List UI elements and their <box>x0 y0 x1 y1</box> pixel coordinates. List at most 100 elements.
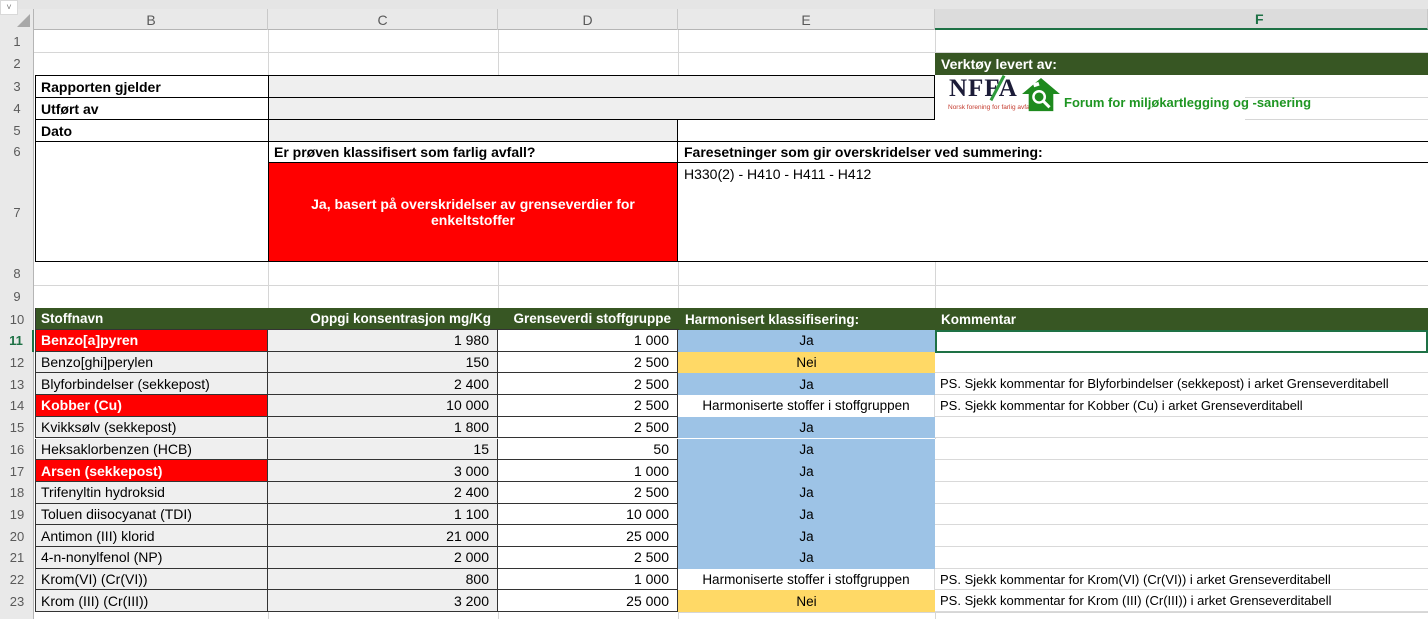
cell-kommentar[interactable] <box>935 439 1428 461</box>
row-header-3[interactable]: 3 <box>0 75 34 97</box>
row-header-9[interactable]: 9 <box>0 285 34 308</box>
cell-harmonisert[interactable]: Ja <box>678 460 935 482</box>
row-header-10[interactable]: 10 <box>0 308 34 330</box>
row-header-14[interactable]: 14 <box>0 395 34 417</box>
cell-konsentrasjon[interactable]: 3 000 <box>268 460 498 482</box>
row-header-18[interactable]: 18 <box>0 482 34 504</box>
header-konsentrasjon[interactable]: Oppgi konsentrasjon mg/Kg <box>269 308 499 330</box>
cell-konsentrasjon[interactable]: 800 <box>268 569 498 591</box>
input-cell-utfort[interactable] <box>269 98 934 119</box>
cell-grenseverdi[interactable]: 2 500 <box>498 373 678 395</box>
cell-stoffnavn[interactable]: Benzo[a]pyren <box>35 330 268 352</box>
cell-stoffnavn[interactable]: Kobber (Cu) <box>35 395 268 417</box>
chevron-down-icon[interactable]: ˅ <box>0 0 18 15</box>
cell-stoffnavn[interactable]: Heksaklorbenzen (HCB) <box>35 439 268 461</box>
cell-harmonisert[interactable]: Ja <box>678 482 935 504</box>
header-stoffnavn[interactable]: Stoffnavn <box>36 308 269 330</box>
cell-grenseverdi[interactable]: 1 000 <box>498 330 678 352</box>
cell-konsentrasjon[interactable]: 2 000 <box>268 547 498 569</box>
cell-stoffnavn[interactable]: Kvikksølv (sekkepost) <box>35 417 268 439</box>
cell-kommentar[interactable] <box>935 460 1428 482</box>
cell-konsentrasjon[interactable]: 10 000 <box>268 395 498 417</box>
cell-grenseverdi[interactable]: 2 500 <box>498 417 678 439</box>
row-header-21[interactable]: 21 <box>0 547 34 569</box>
cell-grenseverdi[interactable]: 50 <box>498 439 678 461</box>
column-header-c[interactable]: C <box>268 9 498 30</box>
row-header-12[interactable]: 12 <box>0 352 34 374</box>
row-header-19[interactable]: 19 <box>0 504 34 526</box>
cell-stoffnavn[interactable]: Trifenyltin hydroksid <box>35 482 268 504</box>
cell-harmonisert[interactable]: Nei <box>678 590 935 612</box>
cell-konsentrasjon[interactable]: 2 400 <box>268 482 498 504</box>
cell-grenseverdi[interactable]: 1 000 <box>498 460 678 482</box>
cell-kommentar[interactable]: PS. Sjekk kommentar for Kobber (Cu) i ar… <box>935 395 1428 417</box>
row-header-7[interactable]: 7 <box>0 162 34 262</box>
cell-konsentrasjon[interactable]: 1 800 <box>268 417 498 439</box>
row-header-22[interactable]: 22 <box>0 569 34 591</box>
label-dato[interactable]: Dato <box>36 120 268 141</box>
column-header-e[interactable]: E <box>678 9 935 30</box>
cell-kommentar[interactable] <box>935 504 1428 526</box>
classification-answer-cell[interactable]: Ja, basert på overskridelser av grenseve… <box>269 163 677 261</box>
cell-stoffnavn[interactable]: 4-n-nonylfenol (NP) <box>35 547 268 569</box>
cell-kommentar[interactable] <box>935 330 1428 352</box>
row-header-6[interactable]: 6 <box>0 141 34 162</box>
cell-stoffnavn[interactable]: Toluen diisocyanat (TDI) <box>35 504 268 526</box>
cell-konsentrasjon[interactable]: 21 000 <box>268 525 498 547</box>
row-header-5[interactable]: 5 <box>0 119 34 141</box>
question-farlig-avfall[interactable]: Er prøven klassifisert som farlig avfall… <box>269 142 677 162</box>
column-header-b[interactable]: B <box>35 9 268 30</box>
hazard-values-cell[interactable]: H330(2) - H410 - H411 - H412 <box>684 166 871 182</box>
column-header-f[interactable]: F <box>935 9 1428 30</box>
cell-harmonisert[interactable]: Ja <box>678 439 935 461</box>
cell-stoffnavn[interactable]: Krom(VI) (Cr(VI)) <box>35 569 268 591</box>
cell-harmonisert[interactable]: Ja <box>678 547 935 569</box>
label-utfort-av[interactable]: Utført av <box>36 98 268 119</box>
cell-konsentrasjon[interactable]: 1 100 <box>268 504 498 526</box>
input-cell-rapporten[interactable] <box>269 76 934 97</box>
cell-harmonisert[interactable]: Ja <box>678 330 935 352</box>
cell-stoffnavn[interactable]: Arsen (sekkepost) <box>35 460 268 482</box>
cell-grenseverdi[interactable]: 2 500 <box>498 547 678 569</box>
cell-konsentrasjon[interactable]: 150 <box>268 352 498 374</box>
cell-konsentrasjon[interactable]: 2 400 <box>268 373 498 395</box>
cell-harmonisert[interactable]: Ja <box>678 525 935 547</box>
cell-stoffnavn[interactable]: Krom (III) (Cr(III)) <box>35 590 268 612</box>
row-header-2[interactable]: 2 <box>0 52 34 75</box>
row-header-4[interactable]: 4 <box>0 97 34 119</box>
cell-kommentar[interactable] <box>935 417 1428 439</box>
header-kommentar[interactable]: Kommentar <box>936 308 1428 330</box>
row-header-16[interactable]: 16 <box>0 439 34 461</box>
cell-kommentar[interactable]: PS. Sjekk kommentar for Krom(VI) (Cr(VI)… <box>935 569 1428 591</box>
cell-kommentar[interactable] <box>935 547 1428 569</box>
hazard-header[interactable]: Faresetninger som gir overskridelser ved… <box>679 142 1427 162</box>
label-rapporten-gjelder[interactable]: Rapporten gjelder <box>36 76 268 97</box>
cell-konsentrasjon[interactable]: 15 <box>268 439 498 461</box>
header-harmonisert[interactable]: Harmonisert klassifisering: <box>679 308 936 330</box>
input-cell-dato[interactable] <box>269 120 677 141</box>
cell-grenseverdi[interactable]: 2 500 <box>498 482 678 504</box>
cell-harmonisert[interactable]: Harmoniserte stoffer i stoffgruppen <box>678 569 935 591</box>
header-grenseverdi[interactable]: Grenseverdi stoffgruppe <box>499 308 679 330</box>
cell-grenseverdi[interactable]: 25 000 <box>498 590 678 612</box>
cell-harmonisert[interactable]: Ja <box>678 373 935 395</box>
row-header-1[interactable]: 1 <box>0 30 34 52</box>
cell-kommentar[interactable]: PS. Sjekk kommentar for Krom (III) (Cr(I… <box>935 590 1428 612</box>
cell-harmonisert[interactable]: Ja <box>678 417 935 439</box>
cell-stoffnavn[interactable]: Antimon (III) klorid <box>35 525 268 547</box>
cell-harmonisert[interactable]: Harmoniserte stoffer i stoffgruppen <box>678 395 935 417</box>
cell-grenseverdi[interactable]: 2 500 <box>498 352 678 374</box>
cell-kommentar[interactable] <box>935 525 1428 547</box>
column-header-d[interactable]: D <box>498 9 678 30</box>
row-header-8[interactable]: 8 <box>0 262 34 285</box>
cell-grenseverdi[interactable]: 25 000 <box>498 525 678 547</box>
row-header-11[interactable]: 11 <box>0 330 34 352</box>
cell-grenseverdi[interactable]: 10 000 <box>498 504 678 526</box>
cell-kommentar[interactable]: PS. Sjekk kommentar for Blyforbindelser … <box>935 373 1428 395</box>
cell-stoffnavn[interactable]: Blyforbindelser (sekkepost) <box>35 373 268 395</box>
row-header-17[interactable]: 17 <box>0 460 34 482</box>
row-header-23[interactable]: 23 <box>0 590 34 612</box>
cell-konsentrasjon[interactable]: 3 200 <box>268 590 498 612</box>
row-header-15[interactable]: 15 <box>0 417 34 439</box>
cell-harmonisert[interactable]: Ja <box>678 504 935 526</box>
